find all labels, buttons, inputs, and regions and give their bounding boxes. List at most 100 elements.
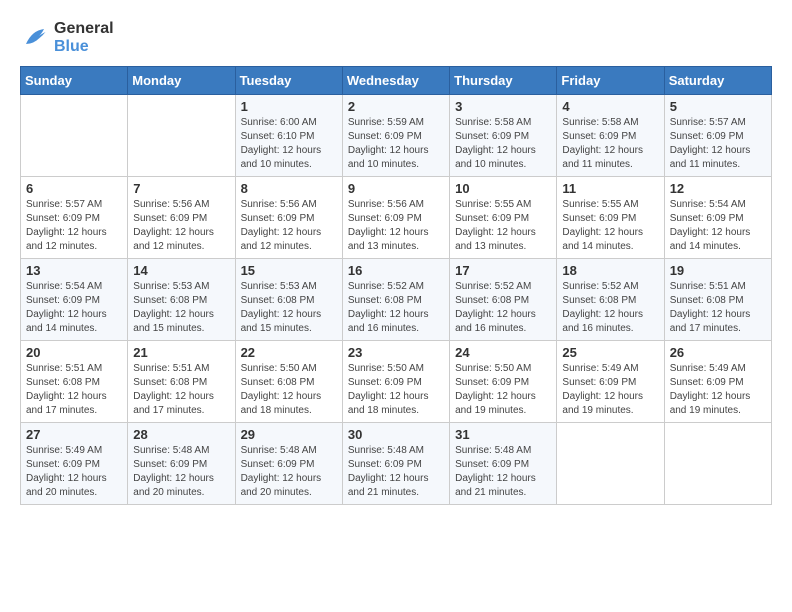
- calendar-cell: 4 Sunrise: 5:58 AM Sunset: 6:09 PM Daylig…: [557, 95, 664, 177]
- calendar-cell: 5 Sunrise: 5:57 AM Sunset: 6:09 PM Daylig…: [664, 95, 771, 177]
- day-number: 22: [241, 345, 337, 360]
- day-info: Sunrise: 5:52 AM Sunset: 6:08 PM Dayligh…: [348, 280, 444, 336]
- day-number: 7: [133, 181, 229, 196]
- day-number: 16: [348, 263, 444, 278]
- day-info: Sunrise: 5:55 AM Sunset: 6:09 PM Dayligh…: [562, 198, 658, 254]
- calendar-cell: 10 Sunrise: 5:55 AM Sunset: 6:09 PM Dayli…: [450, 177, 557, 259]
- day-number: 9: [348, 181, 444, 196]
- day-number: 2: [348, 99, 444, 114]
- header-day: Monday: [128, 67, 235, 95]
- day-info: Sunrise: 5:56 AM Sunset: 6:09 PM Dayligh…: [348, 198, 444, 254]
- calendar-cell: 23 Sunrise: 5:50 AM Sunset: 6:09 PM Dayli…: [342, 341, 449, 423]
- day-number: 29: [241, 427, 337, 442]
- calendar-cell: 14 Sunrise: 5:53 AM Sunset: 6:08 PM Dayli…: [128, 259, 235, 341]
- day-number: 31: [455, 427, 551, 442]
- calendar-cell: 13 Sunrise: 5:54 AM Sunset: 6:09 PM Dayli…: [21, 259, 128, 341]
- calendar-cell: 27 Sunrise: 5:49 AM Sunset: 6:09 PM Dayli…: [21, 423, 128, 505]
- day-number: 1: [241, 99, 337, 114]
- calendar-cell: 15 Sunrise: 5:53 AM Sunset: 6:08 PM Dayli…: [235, 259, 342, 341]
- day-number: 19: [670, 263, 766, 278]
- calendar-cell: 7 Sunrise: 5:56 AM Sunset: 6:09 PM Daylig…: [128, 177, 235, 259]
- calendar-week-row: 20 Sunrise: 5:51 AM Sunset: 6:08 PM Dayli…: [21, 341, 772, 423]
- day-info: Sunrise: 5:59 AM Sunset: 6:09 PM Dayligh…: [348, 116, 444, 172]
- day-info: Sunrise: 5:58 AM Sunset: 6:09 PM Dayligh…: [455, 116, 551, 172]
- page-header: General Blue: [20, 20, 772, 56]
- day-info: Sunrise: 5:48 AM Sunset: 6:09 PM Dayligh…: [133, 444, 229, 500]
- day-number: 11: [562, 181, 658, 196]
- calendar-week-row: 6Sunrise: 5:57 AM Sunset: 6:09 PM Daylig…: [21, 177, 772, 259]
- calendar-cell: 16 Sunrise: 5:52 AM Sunset: 6:08 PM Dayli…: [342, 259, 449, 341]
- header-row: SundayMondayTuesdayWednesdayThursdayFrid…: [21, 67, 772, 95]
- calendar-cell: 6Sunrise: 5:57 AM Sunset: 6:09 PM Daylig…: [21, 177, 128, 259]
- day-info: Sunrise: 5:51 AM Sunset: 6:08 PM Dayligh…: [133, 362, 229, 418]
- calendar-cell: 25 Sunrise: 5:49 AM Sunset: 6:09 PM Dayli…: [557, 341, 664, 423]
- calendar-cell: 28 Sunrise: 5:48 AM Sunset: 6:09 PM Dayli…: [128, 423, 235, 505]
- day-number: 25: [562, 345, 658, 360]
- day-number: 10: [455, 181, 551, 196]
- day-info: Sunrise: 5:49 AM Sunset: 6:09 PM Dayligh…: [26, 444, 122, 500]
- calendar-cell: 30 Sunrise: 5:48 AM Sunset: 6:09 PM Dayli…: [342, 423, 449, 505]
- day-info: Sunrise: 5:49 AM Sunset: 6:09 PM Dayligh…: [562, 362, 658, 418]
- day-number: 4: [562, 99, 658, 114]
- day-number: 28: [133, 427, 229, 442]
- day-info: Sunrise: 5:54 AM Sunset: 6:09 PM Dayligh…: [670, 198, 766, 254]
- calendar-cell: 22 Sunrise: 5:50 AM Sunset: 6:08 PM Dayli…: [235, 341, 342, 423]
- calendar-cell: 11 Sunrise: 5:55 AM Sunset: 6:09 PM Dayli…: [557, 177, 664, 259]
- day-number: 13: [26, 263, 122, 278]
- day-info: Sunrise: 6:00 AM Sunset: 6:10 PM Dayligh…: [241, 116, 337, 172]
- calendar-cell: 18Sunrise: 5:52 AM Sunset: 6:08 PM Dayli…: [557, 259, 664, 341]
- day-info: Sunrise: 5:57 AM Sunset: 6:09 PM Dayligh…: [670, 116, 766, 172]
- day-info: Sunrise: 5:48 AM Sunset: 6:09 PM Dayligh…: [348, 444, 444, 500]
- header-day: Sunday: [21, 67, 128, 95]
- day-info: Sunrise: 5:58 AM Sunset: 6:09 PM Dayligh…: [562, 116, 658, 172]
- day-number: 24: [455, 345, 551, 360]
- calendar-header: SundayMondayTuesdayWednesdayThursdayFrid…: [21, 67, 772, 95]
- day-number: 23: [348, 345, 444, 360]
- day-info: Sunrise: 5:50 AM Sunset: 6:08 PM Dayligh…: [241, 362, 337, 418]
- calendar-cell: 12 Sunrise: 5:54 AM Sunset: 6:09 PM Dayli…: [664, 177, 771, 259]
- day-number: 18: [562, 263, 658, 278]
- day-number: 5: [670, 99, 766, 114]
- day-info: Sunrise: 5:51 AM Sunset: 6:08 PM Dayligh…: [26, 362, 122, 418]
- day-number: 27: [26, 427, 122, 442]
- day-number: 20: [26, 345, 122, 360]
- day-info: Sunrise: 5:53 AM Sunset: 6:08 PM Dayligh…: [133, 280, 229, 336]
- day-info: Sunrise: 5:48 AM Sunset: 6:09 PM Dayligh…: [455, 444, 551, 500]
- header-day: Saturday: [664, 67, 771, 95]
- day-info: Sunrise: 5:52 AM Sunset: 6:08 PM Dayligh…: [455, 280, 551, 336]
- calendar-cell: 1 Sunrise: 6:00 AM Sunset: 6:10 PM Daylig…: [235, 95, 342, 177]
- calendar-cell: [664, 423, 771, 505]
- calendar-body: 1 Sunrise: 6:00 AM Sunset: 6:10 PM Daylig…: [21, 95, 772, 505]
- header-day: Tuesday: [235, 67, 342, 95]
- header-day: Wednesday: [342, 67, 449, 95]
- day-info: Sunrise: 5:48 AM Sunset: 6:09 PM Dayligh…: [241, 444, 337, 500]
- day-number: 8: [241, 181, 337, 196]
- day-info: Sunrise: 5:50 AM Sunset: 6:09 PM Dayligh…: [348, 362, 444, 418]
- day-info: Sunrise: 5:54 AM Sunset: 6:09 PM Dayligh…: [26, 280, 122, 336]
- day-number: 3: [455, 99, 551, 114]
- calendar-cell: 29 Sunrise: 5:48 AM Sunset: 6:09 PM Dayli…: [235, 423, 342, 505]
- day-number: 21: [133, 345, 229, 360]
- calendar-cell: [128, 95, 235, 177]
- day-number: 17: [455, 263, 551, 278]
- day-number: 12: [670, 181, 766, 196]
- day-info: Sunrise: 5:56 AM Sunset: 6:09 PM Dayligh…: [133, 198, 229, 254]
- calendar-cell: 2 Sunrise: 5:59 AM Sunset: 6:09 PM Daylig…: [342, 95, 449, 177]
- calendar-cell: 26Sunrise: 5:49 AM Sunset: 6:09 PM Dayli…: [664, 341, 771, 423]
- calendar-cell: 17 Sunrise: 5:52 AM Sunset: 6:08 PM Dayli…: [450, 259, 557, 341]
- day-number: 30: [348, 427, 444, 442]
- calendar-cell: 21 Sunrise: 5:51 AM Sunset: 6:08 PM Dayli…: [128, 341, 235, 423]
- header-day: Thursday: [450, 67, 557, 95]
- day-info: Sunrise: 5:56 AM Sunset: 6:09 PM Dayligh…: [241, 198, 337, 254]
- day-number: 14: [133, 263, 229, 278]
- day-number: 26: [670, 345, 766, 360]
- calendar-cell: [557, 423, 664, 505]
- day-info: Sunrise: 5:55 AM Sunset: 6:09 PM Dayligh…: [455, 198, 551, 254]
- logo-text: General Blue: [54, 20, 114, 56]
- day-number: 15: [241, 263, 337, 278]
- day-info: Sunrise: 5:53 AM Sunset: 6:08 PM Dayligh…: [241, 280, 337, 336]
- calendar-cell: 3 Sunrise: 5:58 AM Sunset: 6:09 PM Daylig…: [450, 95, 557, 177]
- calendar-cell: 31 Sunrise: 5:48 AM Sunset: 6:09 PM Dayli…: [450, 423, 557, 505]
- calendar-week-row: 13 Sunrise: 5:54 AM Sunset: 6:09 PM Dayli…: [21, 259, 772, 341]
- calendar-table: SundayMondayTuesdayWednesdayThursdayFrid…: [20, 66, 772, 505]
